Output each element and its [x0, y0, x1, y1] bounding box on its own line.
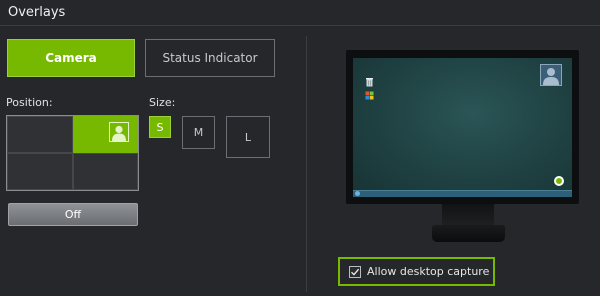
camera-button[interactable]: Camera: [7, 39, 135, 77]
allow-desktop-capture-option[interactable]: Allow desktop capture: [338, 257, 495, 286]
recycle-bin-icon: [365, 72, 374, 87]
monitor-preview: [346, 50, 579, 204]
camera-overlay-person-icon: [540, 64, 562, 86]
size-large-button[interactable]: L: [226, 116, 270, 158]
start-button-icon: [355, 191, 360, 196]
monitor-stand-base: [432, 225, 505, 242]
person-silhouette-icon: [109, 122, 129, 142]
status-indicator-icon: [554, 176, 564, 186]
allow-desktop-capture-checkbox[interactable]: [349, 265, 361, 278]
position-cell-bottom-right[interactable]: [72, 153, 138, 190]
position-cell-top-left[interactable]: [7, 116, 73, 153]
position-cell-top-right[interactable]: [72, 116, 138, 153]
position-label: Position:: [6, 96, 53, 109]
position-cell-bottom-left[interactable]: [7, 153, 73, 190]
allow-desktop-capture-label: Allow desktop capture: [367, 265, 490, 278]
size-label: Size:: [149, 96, 176, 109]
position-grid: [6, 115, 139, 191]
size-small-button[interactable]: S: [149, 116, 171, 138]
monitor-stand-neck: [442, 204, 494, 226]
panel-divider: [306, 36, 307, 292]
checkmark-icon: [351, 268, 360, 276]
size-medium-button[interactable]: M: [182, 116, 215, 149]
title-bar: Overlays: [0, 0, 600, 26]
page-title: Overlays: [8, 5, 66, 20]
windows-app-icon: [365, 85, 374, 100]
off-button[interactable]: Off: [8, 203, 138, 226]
status-indicator-button[interactable]: Status Indicator: [145, 39, 275, 77]
desktop-preview-screen: [353, 58, 572, 197]
taskbar: [353, 190, 572, 197]
